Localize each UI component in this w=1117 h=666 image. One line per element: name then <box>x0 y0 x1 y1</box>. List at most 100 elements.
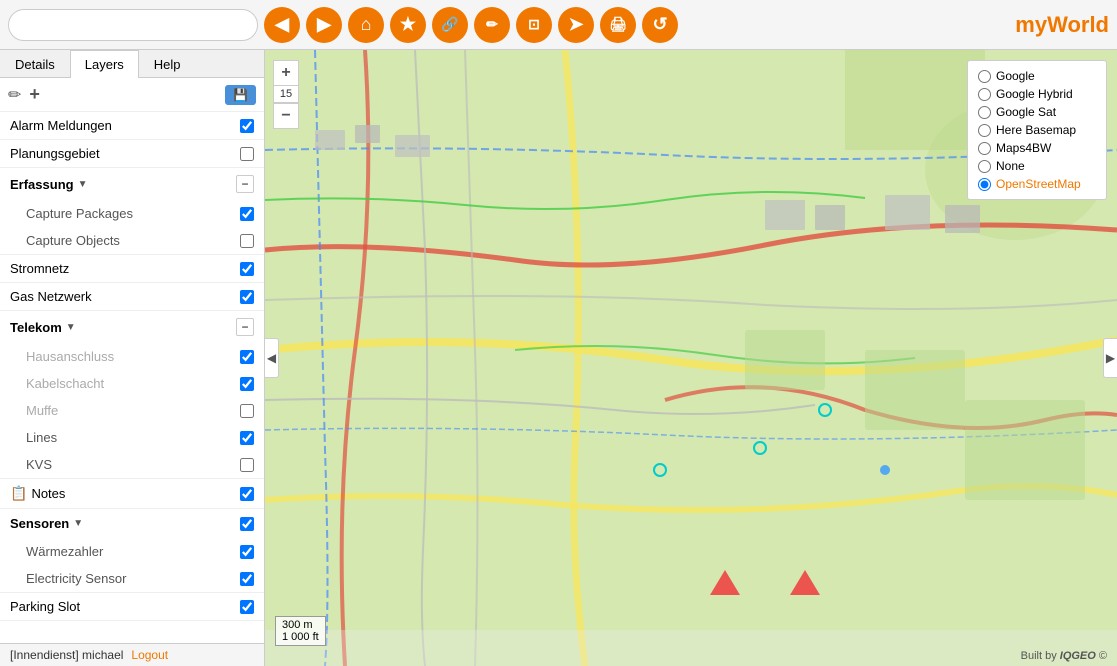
layer-item-kvs[interactable]: KVS <box>0 451 264 478</box>
status-bar: [Innendienst] michael Logout <box>0 643 264 666</box>
locate-button[interactable]: ➤ <box>558 7 594 43</box>
print-button[interactable]: 🖨 <box>600 7 636 43</box>
layer-checkbox-hausanschluss[interactable] <box>240 350 254 364</box>
basemap-option-google-sat[interactable]: Google Sat <box>978 103 1096 121</box>
layer-item-lines[interactable]: Lines <box>0 424 264 451</box>
layer-item-capture-objects[interactable]: Capture Objects <box>0 227 264 254</box>
basemap-radio-google-sat[interactable] <box>978 106 991 119</box>
map-container[interactable]: + 15 − ◀ ▶ Google Google Hybrid Google S… <box>265 50 1117 666</box>
layer-item-hausanschluss[interactable]: Hausanschluss <box>0 343 264 370</box>
layer-group-telekom: Telekom ▼ − Hausanschluss Kabelschacht M… <box>0 311 264 479</box>
basemap-label-google-sat: Google Sat <box>996 105 1056 119</box>
group-label-sensoren: Sensoren <box>10 516 69 531</box>
layer-group-sensoren: Sensoren ▼ Wärmezahler Electricity Senso… <box>0 509 264 593</box>
layer-checkbox-lines[interactable] <box>240 431 254 445</box>
layer-checkbox-capture-packages[interactable] <box>240 207 254 221</box>
basemap-radio-maps4bw[interactable] <box>978 142 991 155</box>
capture-button[interactable]: ⊡ <box>516 7 552 43</box>
basemap-option-google-hybrid[interactable]: Google Hybrid <box>978 85 1096 103</box>
basemap-option-here[interactable]: Here Basemap <box>978 121 1096 139</box>
layer-checkbox-sensoren-group[interactable] <box>240 517 254 531</box>
layer-group-gas: Gas Netzwerk <box>0 283 264 311</box>
layer-checkbox-parking[interactable] <box>240 600 254 614</box>
back-button[interactable]: ◀ <box>264 7 300 43</box>
zoom-out-button[interactable]: − <box>273 103 299 129</box>
tab-bar: Details Layers Help <box>0 50 264 78</box>
basemap-label-none: None <box>996 159 1025 173</box>
search-input[interactable] <box>8 9 258 41</box>
notes-icon: 📋 <box>10 485 27 502</box>
layer-label-gas: Gas Netzwerk <box>10 289 240 304</box>
edit-button[interactable]: ✏ <box>474 7 510 43</box>
refresh-button[interactable]: ↺ <box>642 7 678 43</box>
layer-item-planungsgebiet[interactable]: Planungsgebiet <box>0 140 264 167</box>
scale-1000ft: 1 000 ft <box>282 631 319 643</box>
layer-item-stromnetz[interactable]: Stromnetz <box>0 255 264 282</box>
layer-checkbox-muffe[interactable] <box>240 404 254 418</box>
tab-layers[interactable]: Layers <box>70 50 139 78</box>
basemap-radio-none[interactable] <box>978 160 991 173</box>
layer-item-notes[interactable]: 📋 Notes <box>0 479 264 508</box>
group-header-telekom[interactable]: Telekom ▼ − <box>0 311 264 343</box>
telekom-collapse-button[interactable]: − <box>236 318 254 336</box>
layer-item-warmezahler[interactable]: Wärmezahler <box>0 538 264 565</box>
tab-help[interactable]: Help <box>139 50 196 78</box>
panel-collapse-button[interactable]: ◀ <box>265 338 279 378</box>
layer-item-parking[interactable]: Parking Slot <box>0 593 264 620</box>
basemap-option-none[interactable]: None <box>978 157 1096 175</box>
layer-group-planungsgebiet: Planungsgebiet <box>0 140 264 168</box>
basemap-radio-google[interactable] <box>978 70 991 83</box>
company-name: IQGEO <box>1060 650 1096 662</box>
home-button[interactable]: ⌂ <box>348 7 384 43</box>
layer-checkbox-gas[interactable] <box>240 290 254 304</box>
forward-button[interactable]: ▶ <box>306 7 342 43</box>
erfassung-collapse-button[interactable]: − <box>236 175 254 193</box>
status-user: [Innendienst] michael <box>10 648 123 662</box>
brand-logo: myWorld <box>1015 12 1109 38</box>
basemap-label-maps4bw: Maps4BW <box>996 141 1051 155</box>
brand-suffix: World <box>1047 12 1109 37</box>
layer-group-notes: 📋 Notes <box>0 479 264 509</box>
layer-item-gas[interactable]: Gas Netzwerk <box>0 283 264 310</box>
layer-item-muffe[interactable]: Muffe <box>0 397 264 424</box>
layer-label-capture-objects: Capture Objects <box>10 233 240 248</box>
layer-checkbox-kabelschacht[interactable] <box>240 377 254 391</box>
attribution: Built by IQGEO © <box>1021 650 1107 662</box>
group-header-sensoren[interactable]: Sensoren ▼ <box>0 509 264 538</box>
left-panel: Details Layers Help ✏ + 💾 Alarm Meldunge… <box>0 50 265 666</box>
layer-label-alarm: Alarm Meldungen <box>10 118 240 133</box>
logout-link[interactable]: Logout <box>131 648 168 662</box>
layer-checkbox-warmezahler[interactable] <box>240 545 254 559</box>
layer-item-electricity-sensor[interactable]: Electricity Sensor <box>0 565 264 592</box>
favorites-button[interactable]: ★ <box>390 7 426 43</box>
layer-checkbox-planungsgebiet[interactable] <box>240 147 254 161</box>
layer-checkbox-kvs[interactable] <box>240 458 254 472</box>
layer-checkbox-electricity-sensor[interactable] <box>240 572 254 586</box>
add-layer-button[interactable]: + <box>29 84 40 105</box>
layer-label-notes: Notes <box>31 486 240 501</box>
group-label-telekom: Telekom <box>10 320 62 335</box>
group-header-erfassung[interactable]: Erfassung ▼ − <box>0 168 264 200</box>
link-button[interactable]: 🔗 <box>432 7 468 43</box>
zoom-in-button[interactable]: + <box>273 60 299 86</box>
save-layers-button[interactable]: 💾 <box>225 85 256 105</box>
layer-item-capture-packages[interactable]: Capture Packages <box>0 200 264 227</box>
layer-controls: ✏ + 💾 <box>0 78 264 112</box>
basemap-radio-google-hybrid[interactable] <box>978 88 991 101</box>
basemap-label-here: Here Basemap <box>996 123 1076 137</box>
layer-label-kabelschacht: Kabelschacht <box>10 376 240 391</box>
basemap-radio-here[interactable] <box>978 124 991 137</box>
basemap-radio-osm[interactable] <box>978 178 991 191</box>
layer-item-alarm[interactable]: Alarm Meldungen <box>0 112 264 139</box>
tab-details[interactable]: Details <box>0 50 70 78</box>
edit-layer-button[interactable]: ✏ <box>8 85 21 105</box>
layer-checkbox-alarm[interactable] <box>240 119 254 133</box>
layer-checkbox-notes[interactable] <box>240 487 254 501</box>
layer-item-kabelschacht[interactable]: Kabelschacht <box>0 370 264 397</box>
basemap-option-google[interactable]: Google <box>978 67 1096 85</box>
layer-checkbox-capture-objects[interactable] <box>240 234 254 248</box>
layer-checkbox-stromnetz[interactable] <box>240 262 254 276</box>
basemap-option-maps4bw[interactable]: Maps4BW <box>978 139 1096 157</box>
panel-expand-button[interactable]: ▶ <box>1103 338 1117 378</box>
basemap-option-osm[interactable]: OpenStreetMap <box>978 175 1096 193</box>
